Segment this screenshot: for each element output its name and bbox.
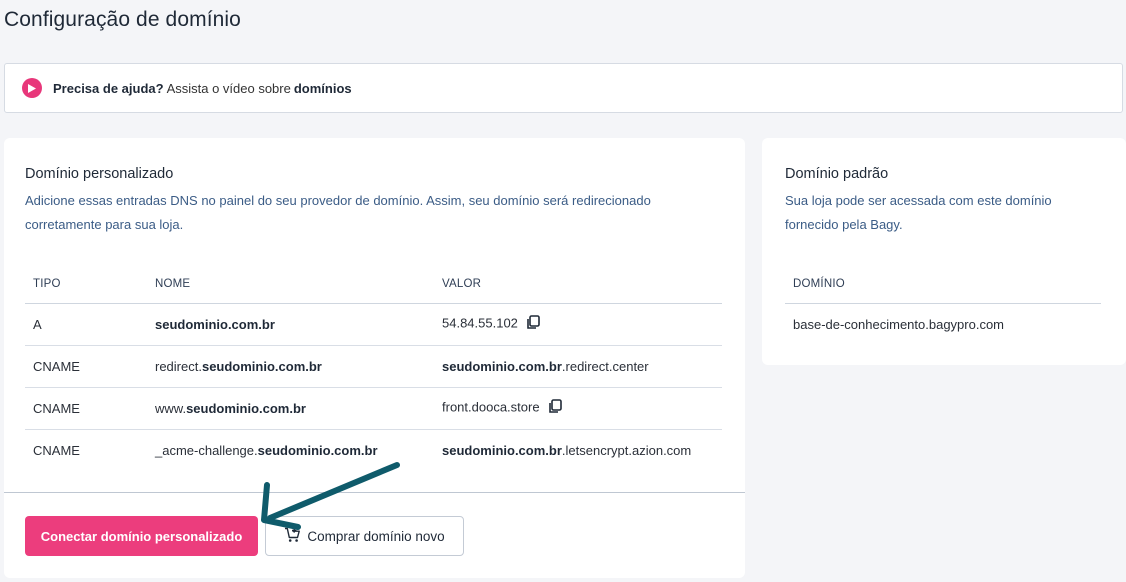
play-icon[interactable] (22, 78, 42, 98)
record-type: CNAME (25, 387, 147, 430)
help-text: Precisa de ajuda? Assista o vídeo sobre do… (53, 81, 352, 96)
record-name: seudominio.com.br (147, 303, 434, 346)
record-name-prefix: www. (155, 400, 187, 416)
column-header-value: VALOR (434, 266, 722, 304)
page-title: Configuração de domínio (4, 8, 241, 31)
record-name-prefix: _acme-challenge. (155, 442, 258, 458)
record-name-domain: seudominio.com.br (186, 400, 306, 416)
record-name: redirect.seudominio.com.br (147, 345, 434, 388)
help-banner: Precisa de ajuda? Assista o vídeo sobre do… (4, 63, 1123, 113)
record-value-text: .letsencrypt.azion.com (561, 442, 692, 458)
column-header-name: NOME (147, 266, 434, 304)
record-value-text: .redirect.center (561, 358, 649, 374)
copy-icon[interactable] (526, 315, 540, 333)
record-value-text: 54.84.55.102 (442, 315, 518, 331)
custom-domain-description: Adicione essas entradas DNS no painel do… (25, 193, 651, 232)
record-value-domain: seudominio.com.br (442, 358, 562, 374)
record-type: A (25, 303, 147, 346)
custom-domain-title: Domínio personalizado (25, 166, 174, 182)
table-row: A seudominio.com.br 54.84.55.102 (25, 303, 722, 346)
record-type: CNAME (25, 345, 147, 388)
default-domain-description: Sua loja pode ser acessada com este domí… (785, 193, 1052, 232)
copy-icon[interactable] (548, 399, 562, 417)
record-type: CNAME (33, 442, 80, 458)
table-row: CNAME redirect.seudominio.com.br seudomi… (25, 345, 722, 388)
record-value-domain: seudominio.com.br (442, 442, 562, 458)
column-header-domain: DOMÍNIO (785, 266, 1101, 304)
record-value: seudominio.com.br.letsencrypt.azion.com (434, 429, 722, 471)
card-footer-divider (4, 492, 745, 493)
default-domain-title: Domínio padrão (785, 166, 889, 182)
table-row: CNAME www.seudominio.com.br front.dooca.… (25, 387, 722, 430)
connect-custom-domain-button[interactable]: Conectar domínio personalizado (25, 516, 258, 556)
help-lead: Precisa de ajuda? (53, 80, 164, 96)
record-value: front.dooca.store (434, 387, 722, 430)
table-row: CNAME _acme-challenge.seudominio.com.br … (25, 429, 722, 471)
help-video-link[interactable]: domínios (294, 81, 352, 96)
record-name-domain: seudominio.com.br (257, 442, 378, 458)
cart-add-icon (284, 527, 301, 546)
default-domain-card: Domínio padrão Sua loja pode ser acessad… (762, 138, 1126, 365)
column-header-type: TIPO (25, 266, 147, 304)
record-name-domain: seudominio.com.br (201, 358, 322, 374)
buy-new-domain-label: Comprar domínio novo (307, 528, 445, 544)
dns-table: TIPO NOME VALOR A seudominio.com.br 54.8… (25, 266, 722, 471)
record-name: www.seudominio.com.br (147, 387, 434, 430)
record-name: _acme-challenge.seudominio.com.br (147, 429, 434, 471)
record-value: seudominio.com.br.redirect.center (434, 345, 722, 388)
default-domain-value: base-de-conhecimento.bagypro.com (793, 316, 1005, 332)
custom-domain-card: Domínio personalizado Adicione essas ent… (4, 138, 745, 578)
buy-new-domain-button[interactable]: Comprar domínio novo (265, 516, 464, 556)
record-name-prefix: redirect. (155, 358, 202, 374)
record-value-text: front.dooca.store (442, 399, 540, 415)
help-middle: Assista o vídeo sobre (166, 80, 291, 96)
record-value: 54.84.55.102 (434, 303, 722, 346)
default-domain-table: DOMÍNIO base-de-conhecimento.bagypro.com (785, 266, 1101, 345)
record-name-domain: seudominio.com.br (155, 316, 275, 332)
table-row: base-de-conhecimento.bagypro.com (785, 303, 1101, 345)
